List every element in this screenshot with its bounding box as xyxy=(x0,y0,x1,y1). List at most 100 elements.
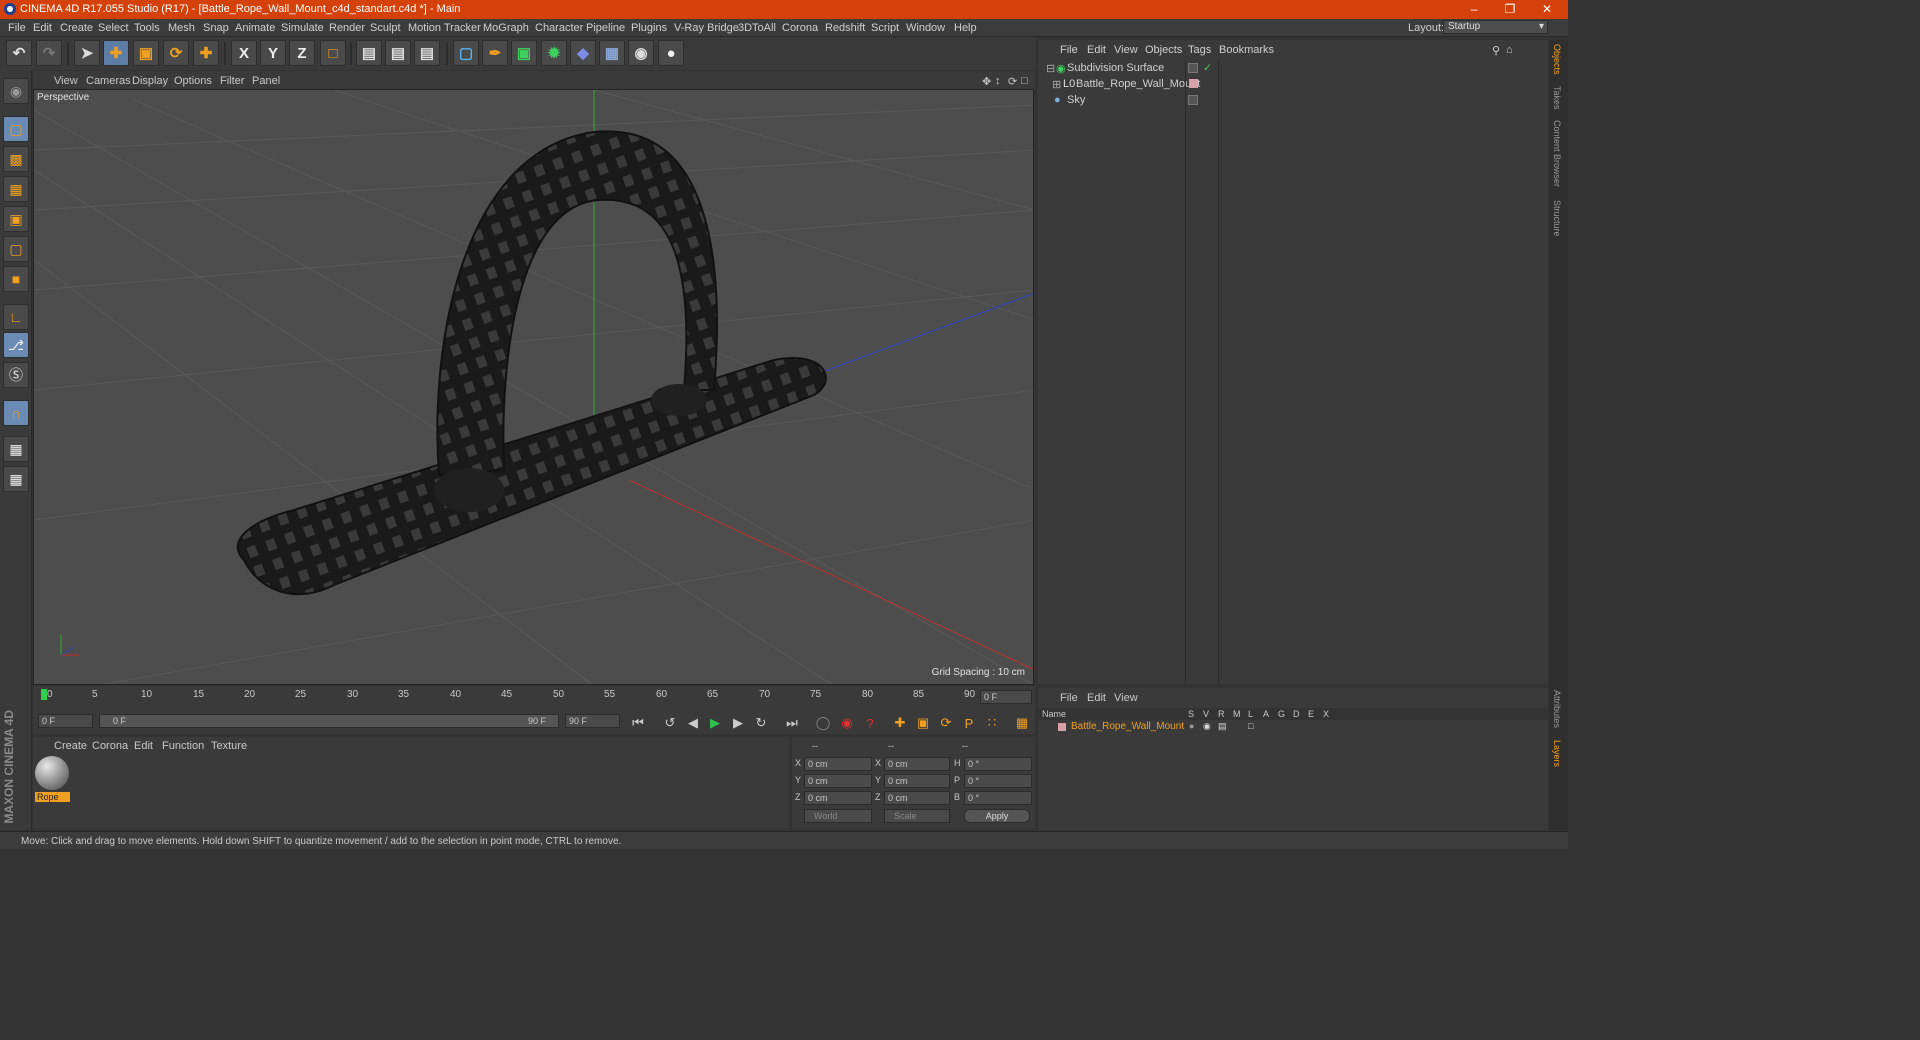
viewport-menu-display[interactable]: Display xyxy=(132,75,168,87)
viewport-menu-cameras[interactable]: Cameras xyxy=(86,75,131,87)
viewport-menu-panel[interactable]: Panel xyxy=(252,75,280,87)
tab-attributes[interactable]: Attributes xyxy=(1552,690,1562,728)
render-settings-button[interactable]: ▤ xyxy=(414,40,440,66)
minimize-icon[interactable]: – xyxy=(1464,2,1484,16)
menu-corona[interactable]: Corona xyxy=(782,22,818,34)
current-frame-field[interactable]: 0 F xyxy=(980,690,1032,704)
objects-menu-view[interactable]: View xyxy=(1114,44,1138,56)
layer-row[interactable]: Battle_Rope_Wall_Mount ● ◉ ▤ □ xyxy=(1038,721,1548,735)
menu-select[interactable]: Select xyxy=(98,22,129,34)
axis-mode-button[interactable]: ∟ xyxy=(3,304,29,330)
size-y-field[interactable]: 0 cm xyxy=(884,774,950,788)
polygons-mode-button[interactable]: ■ xyxy=(3,266,29,292)
objects-menu-objects[interactable]: Objects xyxy=(1145,44,1182,56)
material-menu-texture[interactable]: Texture xyxy=(211,740,247,752)
tweak-mode-button[interactable]: ⎇ xyxy=(3,332,29,358)
close-icon[interactable]: ✕ xyxy=(1537,2,1557,16)
key-position-button[interactable]: ✚ xyxy=(890,713,910,733)
menu-file[interactable]: File xyxy=(8,22,26,34)
live-selection-button[interactable]: ➤ xyxy=(74,40,100,66)
workplane-mode-button[interactable]: ▦ xyxy=(3,176,29,202)
go-to-start-button[interactable]: ⏮ xyxy=(628,713,648,733)
expand-icon[interactable]: ⊞ xyxy=(1052,78,1061,91)
menu-motion-tracker[interactable]: Motion Tracker xyxy=(408,22,481,34)
material-menu-function[interactable]: Function xyxy=(162,740,204,752)
viewport-rotate-icon[interactable]: ⟳ xyxy=(1008,75,1017,88)
menu-vray-bridge[interactable]: V-Ray Bridge xyxy=(674,22,739,34)
tab-content-browser[interactable]: Content Browser xyxy=(1552,120,1562,187)
pen-spline-button[interactable]: ✒ xyxy=(482,40,508,66)
next-frame-button[interactable]: ▶ xyxy=(728,713,748,733)
key-pla-button[interactable]: ∷ xyxy=(982,713,1002,733)
menu-create[interactable]: Create xyxy=(60,22,93,34)
autokey-button[interactable]: ◉ xyxy=(837,713,857,733)
material-menu-corona[interactable]: Corona xyxy=(92,740,128,752)
timeline-ruler[interactable]: 0 5 10 15 20 25 30 35 40 45 50 55 60 65 … xyxy=(33,686,1035,710)
menu-plugins[interactable]: Plugins xyxy=(631,22,667,34)
snap-button[interactable]: ∩ xyxy=(3,400,29,426)
render-picture-viewer-button[interactable]: ▤ xyxy=(385,40,411,66)
undo-button[interactable]: ↶ xyxy=(6,40,32,66)
render-view-button[interactable]: ▤ xyxy=(356,40,382,66)
previous-key-button[interactable]: ↺ xyxy=(660,713,680,733)
material-swatch-rope[interactable]: Rope xyxy=(35,756,70,802)
menu-sculpt[interactable]: Sculpt xyxy=(370,22,401,34)
play-button[interactable]: ▶ xyxy=(705,713,725,733)
next-key-button[interactable]: ↻ xyxy=(751,713,771,733)
tab-objects[interactable]: Objects xyxy=(1552,44,1562,75)
timeline-window-button[interactable]: ▦ xyxy=(1012,713,1032,733)
enabled-checkmark-icon[interactable]: ✓ xyxy=(1203,61,1212,74)
recent-tool-button[interactable]: ✚ xyxy=(193,40,219,66)
layer-visible-icon[interactable]: ◉ xyxy=(1203,721,1211,732)
menu-edit[interactable]: Edit xyxy=(33,22,52,34)
menu-mesh[interactable]: Mesh xyxy=(168,22,195,34)
home-icon[interactable]: ⌂ xyxy=(1506,44,1513,56)
y-axis-lock-button[interactable]: Y xyxy=(260,40,286,66)
coordinate-space-select[interactable]: World xyxy=(804,809,872,823)
viewport-perspective[interactable]: Perspective Grid Spacing : 10 cm xyxy=(33,89,1034,685)
layout-select[interactable]: Startup ▾ xyxy=(1443,20,1548,34)
menu-window[interactable]: Window xyxy=(906,22,945,34)
key-parameter-button[interactable]: P xyxy=(959,713,979,733)
object-row[interactable]: ⊞ L0 Battle_Rope_Wall_Mount xyxy=(1038,76,1548,92)
floor-button[interactable]: ▦ xyxy=(599,40,625,66)
frame-range-slider[interactable]: 0 F 90 F xyxy=(99,714,559,728)
position-y-field[interactable]: 0 cm xyxy=(804,774,872,788)
material-menu-create[interactable]: Create xyxy=(54,740,87,752)
subdivision-surface-button[interactable]: ▣ xyxy=(511,40,537,66)
previous-frame-button[interactable]: ◀ xyxy=(683,713,703,733)
locked-workplane-button[interactable]: ▦ xyxy=(3,436,29,462)
object-row[interactable]: ⊟ ◉ Subdivision Surface ✓ xyxy=(1038,60,1548,76)
layer-solo-icon[interactable]: ● xyxy=(1189,721,1194,731)
objects-menu-edit[interactable]: Edit xyxy=(1087,44,1106,56)
objects-menu-tags[interactable]: Tags xyxy=(1188,44,1211,56)
viewport-maximize-icon[interactable]: □ xyxy=(1021,75,1028,87)
menu-redshift[interactable]: Redshift xyxy=(825,22,865,34)
planar-workplane-button[interactable]: ▦ xyxy=(3,466,29,492)
coordinate-system-button[interactable]: □ xyxy=(320,40,346,66)
menu-simulate[interactable]: Simulate xyxy=(281,22,324,34)
start-frame-field[interactable]: 0 F xyxy=(38,714,93,728)
record-keys-button[interactable]: ◯ xyxy=(813,713,833,733)
menu-snap[interactable]: Snap xyxy=(203,22,229,34)
menu-pipeline[interactable]: Pipeline xyxy=(586,22,625,34)
x-axis-lock-button[interactable]: X xyxy=(231,40,257,66)
end-frame-field[interactable]: 90 F xyxy=(565,714,620,728)
material-menu-edit[interactable]: Edit xyxy=(134,740,153,752)
menu-mograph[interactable]: MoGraph xyxy=(483,22,529,34)
cloner-button[interactable]: ✹ xyxy=(541,40,567,66)
position-z-field[interactable]: 0 cm xyxy=(804,791,872,805)
solo-button[interactable]: Ⓢ xyxy=(3,362,29,388)
tab-takes[interactable]: Takes xyxy=(1552,86,1562,110)
battle-rope-wall-mount-model[interactable] xyxy=(236,130,827,595)
make-editable-button[interactable]: ◉ xyxy=(3,78,29,104)
points-mode-button[interactable]: ▣ xyxy=(3,206,29,232)
menu-animate[interactable]: Animate xyxy=(235,22,275,34)
cube-primitive-button[interactable]: ▢ xyxy=(453,40,479,66)
layer-render-icon[interactable]: ▤ xyxy=(1218,721,1227,732)
texture-mode-button[interactable]: ▩ xyxy=(3,146,29,172)
menu-script[interactable]: Script xyxy=(871,22,899,34)
layers-menu-view[interactable]: View xyxy=(1114,692,1138,704)
menu-help[interactable]: Help xyxy=(954,22,977,34)
layer-lock-icon[interactable]: □ xyxy=(1248,721,1253,731)
